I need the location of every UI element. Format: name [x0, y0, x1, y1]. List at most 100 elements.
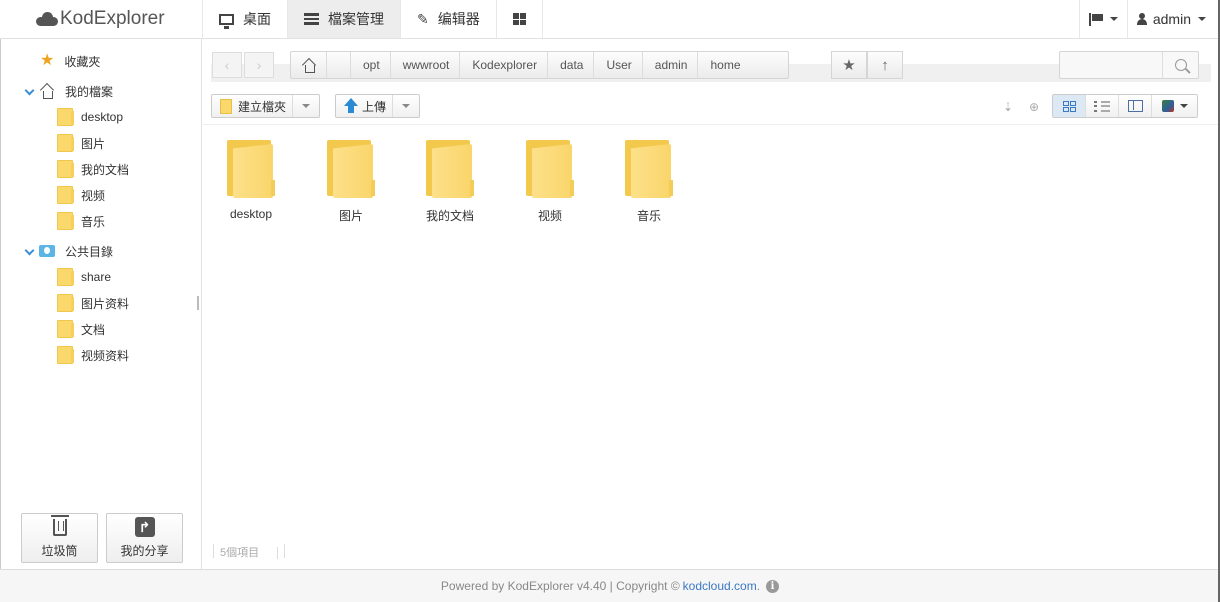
- folder-icon: [57, 320, 74, 338]
- file-item[interactable]: 视频: [500, 140, 600, 240]
- sidebar-item-music[interactable]: 音乐: [57, 208, 105, 234]
- file-name: 视频: [537, 209, 562, 223]
- nav-apps[interactable]: [495, 0, 543, 38]
- nav-file-manager[interactable]: 檔案管理: [287, 0, 400, 38]
- forward-button[interactable]: ›: [244, 52, 274, 78]
- sidebar-item-desktop[interactable]: desktop: [57, 104, 123, 130]
- up-level-button[interactable]: ↑: [867, 51, 903, 79]
- share-icon: ↱: [134, 517, 155, 537]
- file-name: 图片: [338, 209, 363, 223]
- breadcrumb-item[interactable]: wwwroot: [391, 52, 461, 78]
- user-name: admin: [1152, 11, 1191, 27]
- folder-icon: [57, 108, 74, 126]
- trash-button[interactable]: 垃圾筒: [21, 513, 98, 563]
- favorite-button[interactable]: ★: [831, 51, 867, 79]
- chevron-down-icon[interactable]: [25, 247, 34, 256]
- nav-editor[interactable]: ✎ 编辑器: [400, 0, 496, 38]
- list-view-icon: [1094, 100, 1110, 112]
- sort-icon: ⇣: [1002, 100, 1014, 114]
- new-folder-dropdown[interactable]: [293, 95, 319, 117]
- search-button[interactable]: [1162, 52, 1198, 78]
- upload-button[interactable]: 上傳: [336, 95, 394, 117]
- sidebar-item-label: desktop: [81, 110, 124, 124]
- nav-editor-label: 编辑器: [437, 11, 480, 27]
- sidebar-item-label: 视频: [81, 188, 106, 203]
- view-list-button[interactable]: [1086, 95, 1119, 117]
- new-folder-label: 建立檔夾: [238, 99, 287, 114]
- status-bar: 5個項目: [213, 544, 286, 560]
- arrow-right-icon: ›: [256, 57, 262, 73]
- view-split-button[interactable]: [1119, 95, 1152, 117]
- folder-icon: [426, 140, 474, 198]
- folder-icon: [57, 134, 74, 152]
- breadcrumb-root[interactable]: [327, 52, 351, 78]
- sidebar-resize-handle[interactable]: [197, 296, 199, 310]
- chevron-down-icon[interactable]: [25, 87, 34, 96]
- home-icon: [39, 84, 55, 99]
- file-item[interactable]: 图片: [301, 140, 401, 240]
- sidebar-item-label: 文档: [81, 322, 106, 337]
- toolbar: 建立檔夾 上傳 ⇣ ⊕: [203, 89, 1220, 125]
- language-menu[interactable]: [1078, 0, 1127, 38]
- sort-button[interactable]: ⇣: [1000, 99, 1016, 115]
- sidebar-item-favorites[interactable]: ★ 收藏夾: [40, 48, 100, 74]
- footer-text: Powered by KodExplorer v4.40 | Copyright…: [440, 579, 680, 593]
- chevron-down-icon: [302, 104, 311, 108]
- search-box: [1059, 51, 1199, 79]
- sidebar-item-label: 我的文档: [81, 162, 130, 177]
- upload-label: 上傳: [362, 99, 387, 114]
- sidebar-item-documents[interactable]: 我的文档: [57, 156, 129, 182]
- zoom-button[interactable]: ⊕: [1026, 99, 1042, 115]
- sidebar-item-share[interactable]: share: [57, 264, 111, 290]
- search-input[interactable]: [1060, 52, 1162, 78]
- main-panel: ‹ › opt wwwroot Kodexplorer data User ad…: [203, 39, 1220, 569]
- sidebar-item-label: 收藏夾: [64, 54, 101, 69]
- breadcrumb-item[interactable]: opt: [351, 52, 391, 78]
- footer-link[interactable]: kodcloud.com: [683, 579, 757, 593]
- split-view-icon: [1127, 100, 1143, 112]
- sidebar: ★ 收藏夾 我的檔案 desktop 图片 我的文档 视频 音乐 公共目錄 sh…: [0, 39, 202, 569]
- flag-icon: [1088, 12, 1103, 26]
- sidebar-item-video-resources[interactable]: 视频资料: [57, 342, 129, 368]
- breadcrumb-item-current[interactable]: home: [698, 52, 788, 78]
- sidebar-item-videos[interactable]: 视频: [57, 182, 105, 208]
- app-logo[interactable]: KodExplorer: [36, 8, 165, 30]
- footer-period: .: [756, 579, 761, 593]
- theme-button[interactable]: [1152, 95, 1197, 117]
- trash-label: 垃圾筒: [41, 544, 78, 558]
- folder-icon: [625, 140, 673, 198]
- breadcrumb-home[interactable]: [291, 52, 327, 78]
- file-grid: desktop 图片 我的文档 视频 音乐: [203, 126, 1220, 526]
- file-name: desktop: [229, 207, 273, 221]
- view-icon-button[interactable]: [1053, 95, 1086, 117]
- sidebar-item-my-files[interactable]: 我的檔案: [25, 78, 113, 104]
- file-item[interactable]: 音乐: [599, 140, 699, 240]
- sidebar-item-public-docs[interactable]: 文档: [57, 316, 105, 342]
- nav-desktop[interactable]: 桌面: [202, 0, 287, 38]
- upload-icon: [344, 98, 358, 114]
- sidebar-item-pictures[interactable]: 图片: [57, 130, 105, 156]
- breadcrumb-item[interactable]: data: [548, 52, 595, 78]
- path-bar: ‹ › opt wwwroot Kodexplorer data User ad…: [203, 39, 1220, 89]
- sidebar-item-label: 视频资料: [81, 348, 130, 363]
- folder-icon: [57, 212, 74, 230]
- folder-icon: [57, 186, 74, 204]
- back-button[interactable]: ‹: [212, 52, 242, 78]
- upload-dropdown[interactable]: [393, 95, 419, 117]
- new-folder-button[interactable]: 建立檔夾: [212, 95, 294, 117]
- nav-file-manager-label: 檔案管理: [328, 11, 384, 27]
- sidebar-item-picture-resources[interactable]: 图片资料: [57, 290, 129, 316]
- breadcrumb-item[interactable]: User: [594, 52, 643, 78]
- file-item[interactable]: desktop: [201, 140, 301, 240]
- folder-icon: [57, 268, 74, 286]
- user-menu[interactable]: admin: [1126, 0, 1220, 38]
- info-icon[interactable]: i: [766, 579, 780, 593]
- grid-apps-icon: [512, 13, 526, 25]
- sidebar-item-public[interactable]: 公共目錄: [25, 238, 113, 264]
- my-share-button[interactable]: ↱ 我的分享: [106, 513, 183, 563]
- breadcrumb-item[interactable]: admin: [643, 52, 699, 78]
- file-item[interactable]: 我的文档: [400, 140, 500, 240]
- top-bar: KodExplorer 桌面 檔案管理 ✎ 编辑器 admin: [0, 0, 1220, 39]
- sidebar-item-label: 公共目錄: [65, 244, 114, 259]
- breadcrumb-item[interactable]: Kodexplorer: [460, 52, 549, 78]
